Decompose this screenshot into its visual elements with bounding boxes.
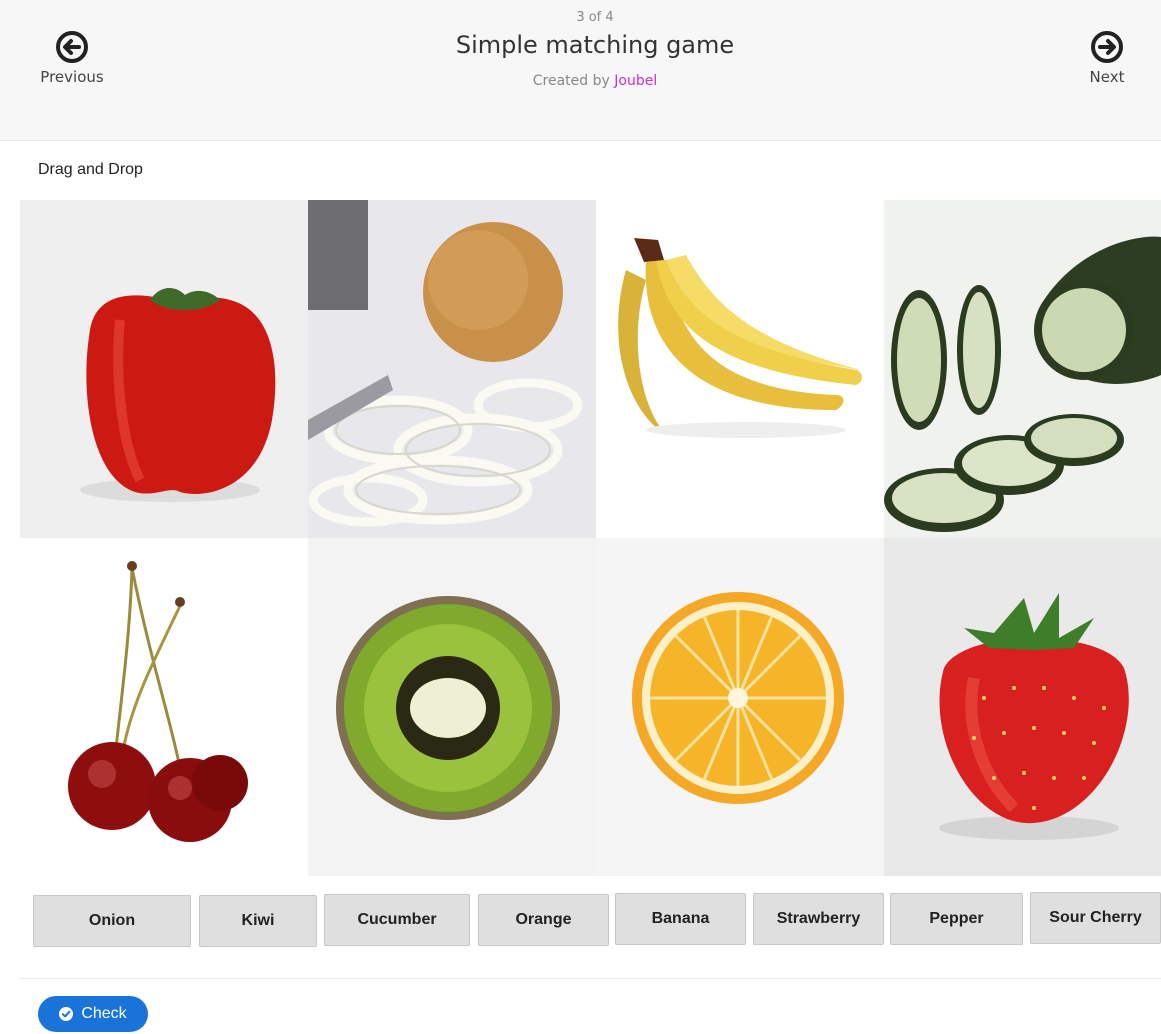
previous-button[interactable]: Previous	[32, 30, 112, 86]
header: Previous 3 of 4 Simple matching game Cre…	[0, 0, 1161, 141]
arrow-left-icon	[56, 31, 88, 63]
banana-image[interactable]	[596, 200, 884, 538]
creator-prefix: Created by	[532, 73, 615, 89]
image-grid	[20, 200, 1161, 876]
strawberry-image[interactable]	[884, 538, 1161, 876]
cucumber-image[interactable]	[884, 200, 1161, 538]
kiwi-image[interactable]	[308, 538, 596, 876]
word-sour-cherry[interactable]: Sour Cherry	[1030, 892, 1161, 944]
next-label: Next	[1089, 68, 1125, 86]
sour-cherry-image[interactable]	[20, 538, 308, 876]
word-orange[interactable]: Orange	[478, 894, 609, 946]
check-label: Check	[81, 1005, 127, 1022]
previous-label: Previous	[40, 68, 104, 86]
word-onion[interactable]: Onion	[33, 895, 191, 947]
word-pepper[interactable]: Pepper	[890, 893, 1023, 945]
page-counter: 3 of 4	[576, 10, 614, 25]
title-block: 3 of 4 Simple matching game Created by J…	[380, 10, 810, 89]
word-banana[interactable]: Banana	[615, 893, 746, 945]
page-title: Simple matching game	[455, 31, 735, 59]
arrow-right-icon	[1091, 31, 1123, 63]
pepper-image[interactable]	[20, 200, 308, 538]
next-button[interactable]: Next	[1067, 30, 1147, 86]
check-button[interactable]: Check	[38, 996, 148, 1032]
divider	[20, 978, 1161, 979]
onion-image[interactable]	[308, 200, 596, 538]
word-strawberry[interactable]: Strawberry	[753, 893, 884, 945]
creator-line: Created by Joubel	[380, 73, 810, 89]
check-circle-icon	[59, 1007, 74, 1021]
word-cucumber[interactable]: Cucumber	[324, 894, 470, 946]
author-link[interactable]: Joubel	[614, 73, 657, 89]
orange-image[interactable]	[596, 538, 884, 876]
task-label: Drag and Drop	[38, 161, 143, 178]
word-kiwi[interactable]: Kiwi	[199, 895, 317, 947]
